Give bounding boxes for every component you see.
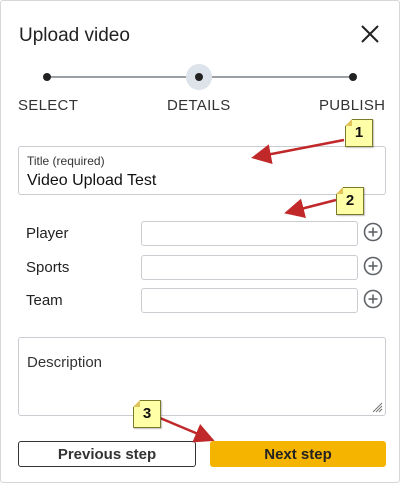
annotation-callout-3: 3: [133, 400, 161, 428]
arrow-3: [159, 416, 215, 443]
annotation-arrows: [159, 138, 345, 443]
annotation-callout-1: 1: [345, 119, 373, 147]
arrow-2: [284, 198, 337, 218]
arrow-1: [251, 138, 345, 164]
annotation-callout-2: 2: [336, 187, 364, 215]
